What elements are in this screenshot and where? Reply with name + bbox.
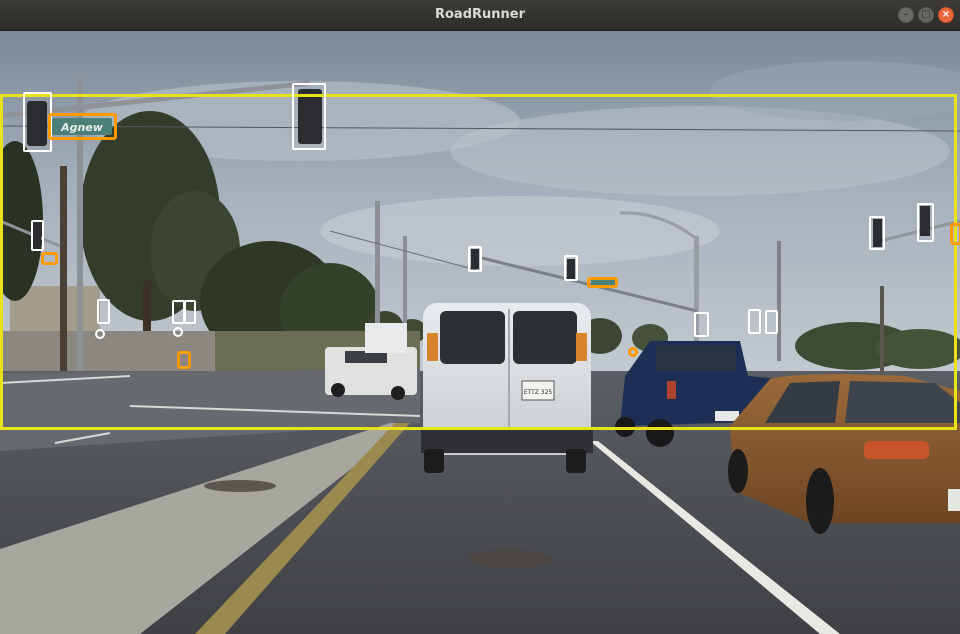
traffic-light-box xyxy=(184,300,196,324)
traffic-light-box xyxy=(765,310,778,334)
traffic-sign-box xyxy=(41,252,58,265)
traffic-light-box xyxy=(95,329,105,339)
traffic-light-box xyxy=(748,309,761,334)
traffic-light-box xyxy=(917,203,934,242)
traffic-sign-box xyxy=(587,277,618,288)
camera-viewport: Agnew ETTZ 325 xyxy=(0,31,960,634)
traffic-light-box xyxy=(694,312,709,337)
traffic-light-box xyxy=(97,299,110,324)
title-bar[interactable]: RoadRunner – □ × xyxy=(0,0,960,31)
traffic-sign-box xyxy=(950,223,960,245)
traffic-light-box xyxy=(292,83,326,150)
traffic-light-box xyxy=(869,216,885,250)
traffic-light-box xyxy=(468,246,482,272)
close-button[interactable]: × xyxy=(938,7,954,23)
maximize-button[interactable]: □ xyxy=(918,7,934,23)
traffic-light-box xyxy=(173,327,183,337)
traffic-sign-box xyxy=(628,347,638,357)
traffic-light-box xyxy=(31,220,44,251)
window-title: RoadRunner xyxy=(434,7,526,22)
traffic-sign-box xyxy=(48,113,117,140)
traffic-sign-box xyxy=(177,351,191,369)
detection-overlay xyxy=(0,31,960,634)
traffic-light-box xyxy=(564,255,578,281)
minimize-button[interactable]: – xyxy=(898,7,914,23)
roadrunner-window: RoadRunner – □ × Agnew ETTZ 325 xyxy=(0,0,960,634)
